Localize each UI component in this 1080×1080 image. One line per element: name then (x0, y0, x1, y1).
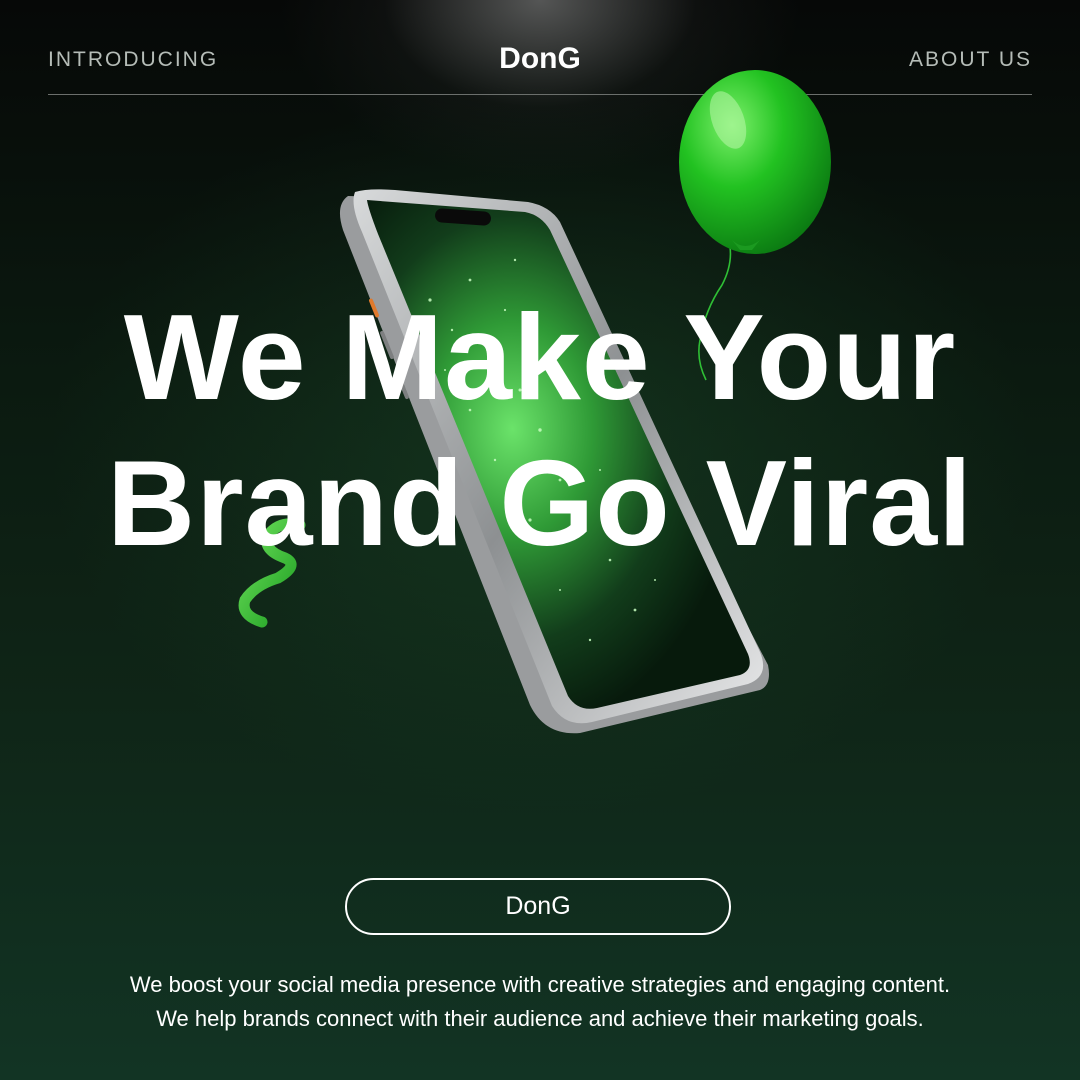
headline-line-1: We Make Your (123, 289, 957, 425)
description-line-2: We help brands connect with their audien… (156, 1006, 924, 1031)
brand-cta-button[interactable]: DonG (345, 878, 731, 935)
headline-line-2: Brand Go Viral (107, 435, 973, 571)
description-line-1: We boost your social media presence with… (129, 972, 951, 997)
